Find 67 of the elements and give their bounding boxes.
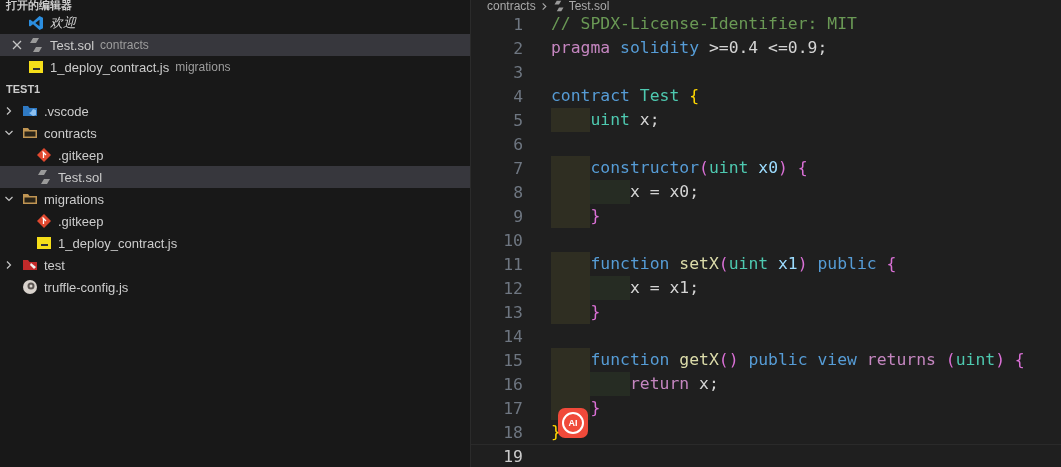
line-number: 6	[512, 134, 523, 154]
tree-item[interactable]: .vscode	[0, 100, 470, 122]
solidity-icon	[28, 37, 44, 53]
line-number: 13	[502, 302, 523, 322]
line-number: 19	[502, 446, 523, 466]
close-icon[interactable]	[12, 40, 22, 50]
line-number: 17	[502, 398, 523, 418]
solidity-icon	[552, 0, 565, 12]
section-title[interactable]: 打开的编辑器	[0, 0, 470, 12]
breadcrumb-item[interactable]: Test.sol	[568, 0, 610, 12]
code-line: uint x;	[551, 108, 660, 132]
line-number: 15	[502, 350, 523, 370]
workspace-title[interactable]: TEST1	[0, 78, 470, 100]
js-file-icon	[28, 59, 44, 75]
tree-item[interactable]: .gitkeep	[0, 144, 470, 166]
line-number: 11	[502, 254, 523, 274]
chevron-icon[interactable]	[4, 106, 14, 116]
line-number: 12	[502, 278, 523, 298]
tree-item[interactable]: test	[0, 254, 470, 276]
folder-icon	[22, 125, 38, 141]
code-line: contract Test {	[551, 85, 700, 107]
chevron-icon[interactable]	[4, 128, 14, 138]
code-line: function getX() public view returns (uint) {	[551, 348, 1025, 372]
breadcrumb-item[interactable]: contracts	[487, 0, 536, 12]
solidity-icon	[36, 169, 52, 185]
code-line: x = x1;	[551, 276, 699, 300]
code-line: function setX(uint x1) public {	[551, 252, 897, 276]
line-number: 3	[512, 62, 523, 82]
folder-icon	[22, 191, 38, 207]
code-line: x = x0;	[551, 180, 699, 204]
git-icon	[36, 147, 52, 163]
code-line: pragma solidity >=0.4 <=0.9;	[551, 37, 828, 59]
truffle-icon	[22, 279, 38, 295]
tree-item[interactable]: .gitkeep	[0, 210, 470, 232]
tree-item[interactable]: 1_deploy_contract.js	[0, 232, 470, 254]
line-number: 7	[512, 158, 523, 178]
line-number: 4	[512, 86, 523, 106]
chevron-icon[interactable]	[4, 260, 14, 270]
line-number: 9	[512, 206, 523, 226]
code-line: return x;	[551, 372, 719, 396]
line-number: 5	[512, 110, 523, 130]
js-file-icon	[36, 235, 52, 251]
tree-item[interactable]: migrations	[0, 188, 470, 210]
line-number: 18	[502, 422, 523, 442]
folder-icon	[22, 103, 38, 119]
open-editor-item[interactable]: Test.sol contracts	[0, 34, 470, 56]
code-line: constructor(uint x0) {	[551, 156, 808, 180]
code-line: }	[551, 204, 601, 228]
ai-button[interactable]: AI	[558, 408, 588, 438]
tree-item[interactable]: contracts	[0, 122, 470, 144]
tree-item[interactable]: Test.sol	[0, 166, 470, 188]
line-number: 14	[502, 326, 523, 346]
tree-item[interactable]: truffle-config.js	[0, 276, 470, 298]
open-editor-item[interactable]: 1_deploy_contract.js migrations	[0, 56, 470, 78]
line-number: 16	[502, 374, 523, 394]
vscode-logo-icon	[28, 15, 44, 31]
code-line: }	[551, 300, 601, 324]
line-number: 1	[512, 14, 523, 34]
line-number: 8	[512, 182, 523, 202]
git-icon	[36, 213, 52, 229]
open-editor-item[interactable]: 欢迎	[0, 12, 470, 34]
chevron-icon[interactable]	[4, 194, 14, 204]
folder-icon	[22, 257, 38, 273]
code-line: }	[551, 421, 561, 443]
line-number: 2	[512, 38, 523, 58]
code-line: // SPDX-License-Identifier: MIT	[551, 13, 857, 35]
line-number: 10	[502, 230, 523, 250]
